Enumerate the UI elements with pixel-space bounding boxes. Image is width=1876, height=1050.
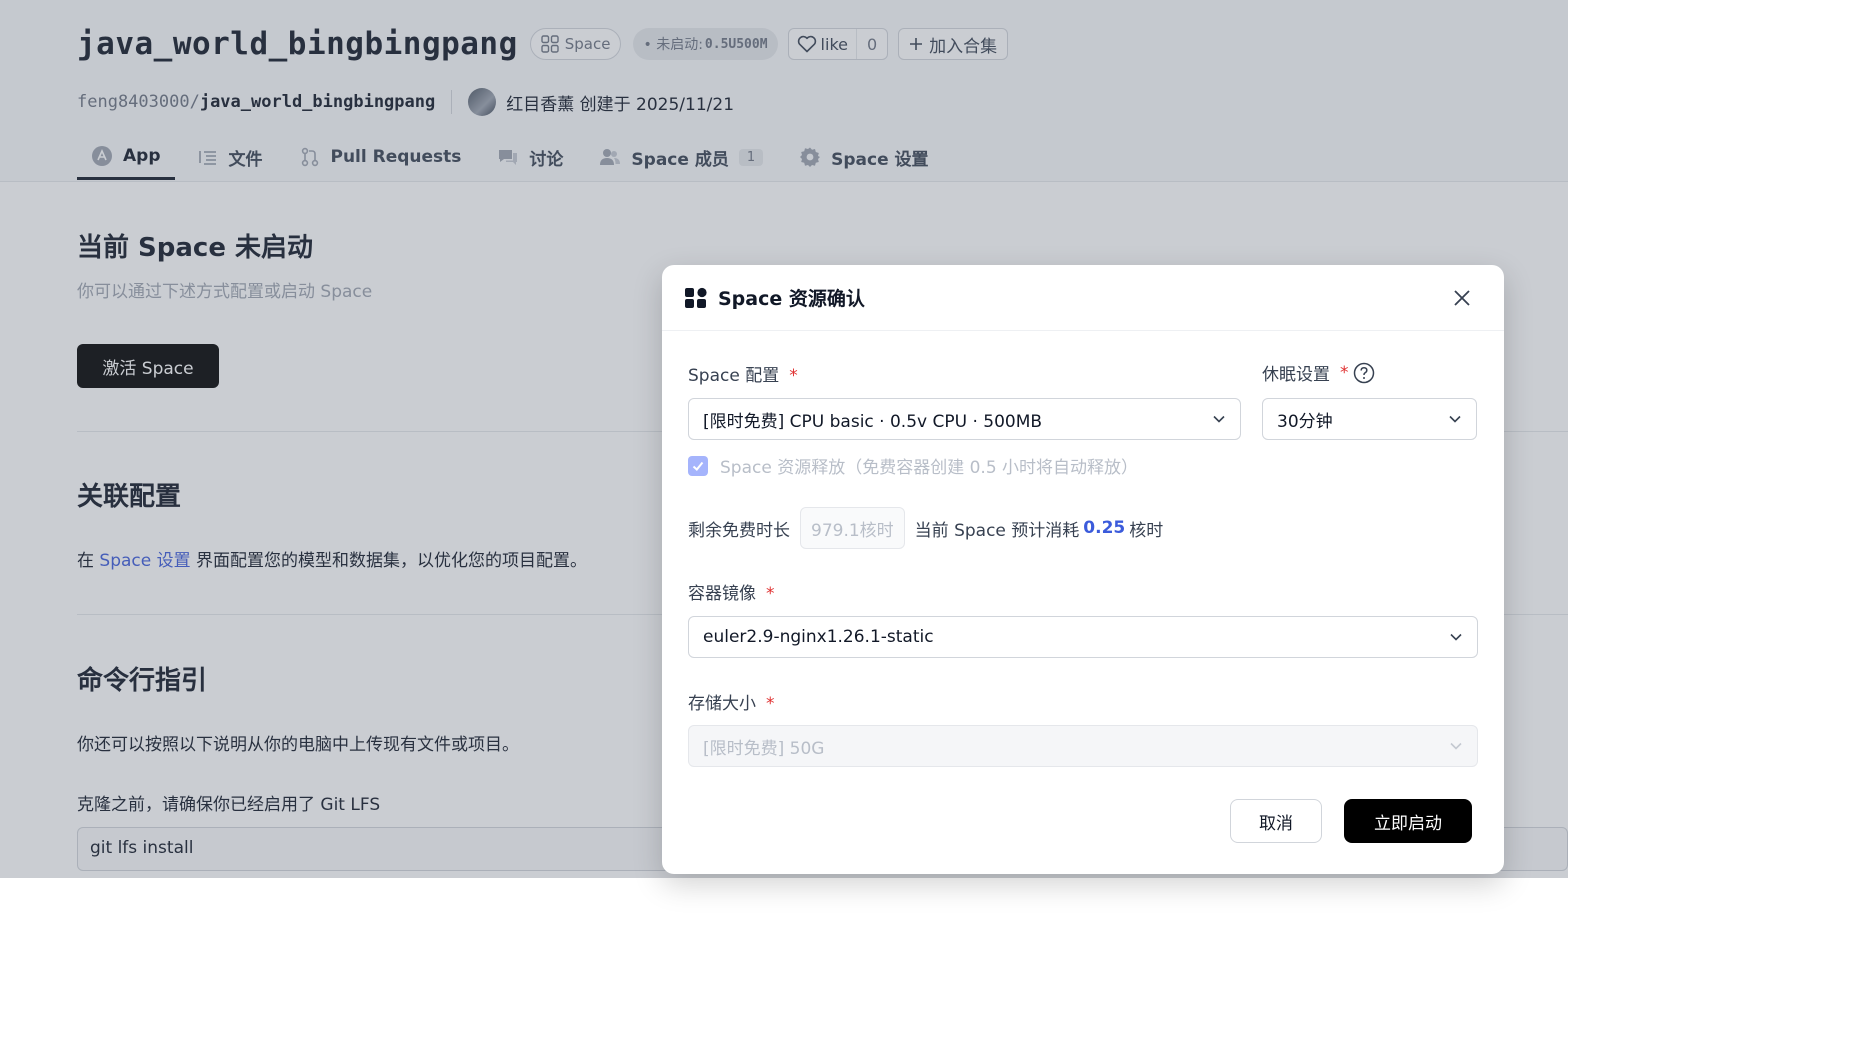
container-image-label: 容器镜像 *: [688, 579, 775, 604]
chevron-down-icon: [1213, 415, 1225, 423]
resource-release-checkbox[interactable]: Space 资源释放（免费容器创建 0.5 小时将自动释放）: [688, 453, 1138, 478]
container-image-select[interactable]: euler2.9-nginx1.26.1-static: [688, 616, 1478, 658]
sleep-setting-label-text: 休眠设置: [1262, 365, 1330, 385]
container-image-label-text: 容器镜像: [688, 584, 756, 604]
space-config-label: Space 配置 *: [688, 361, 798, 386]
storage-size-label-text: 存储大小: [688, 694, 756, 714]
checkbox-checked[interactable]: [688, 455, 708, 476]
chevron-down-icon: [1449, 415, 1461, 423]
quota-value: 979.1核时: [800, 507, 905, 549]
chevron-down-icon: [1450, 742, 1462, 750]
close-button[interactable]: [1450, 286, 1474, 310]
space-config-select[interactable]: [限时免费] CPU basic · 0.5v CPU · 500MB: [688, 398, 1241, 440]
storage-size-select: [限时免费] 50G: [688, 725, 1478, 767]
space-config-value: [限时免费] CPU basic · 0.5v CPU · 500MB: [703, 411, 1043, 432]
resource-confirm-dialog: Space 资源确认 Space 配置 * [限时免费] CPU basic · …: [662, 265, 1504, 874]
space-logo-icon: [685, 287, 707, 308]
quota-row: 剩余免费时长 979.1核时 当前 Space 预计消耗 0.25 核时: [688, 507, 1163, 549]
required-mark: *: [1340, 362, 1349, 383]
required-mark: *: [766, 584, 775, 604]
estimate-prefix: 当前 Space 预计消耗: [914, 520, 1080, 541]
sleep-setting-value: 30分钟: [1277, 411, 1333, 432]
close-icon: [1454, 290, 1470, 306]
required-mark: *: [766, 694, 775, 714]
storage-size-value: [限时免费] 50G: [703, 738, 825, 759]
dialog-title: Space 资源确认: [718, 288, 865, 310]
check-icon: [692, 461, 704, 471]
quota-label: 剩余免费时长: [688, 520, 790, 541]
dialog-header: Space 资源确认: [662, 265, 1504, 331]
sleep-setting-label: 休眠设置 *: [1262, 360, 1375, 385]
storage-size-label: 存储大小 *: [688, 689, 775, 714]
sleep-setting-select[interactable]: 30分钟: [1262, 398, 1477, 440]
required-mark: *: [789, 366, 798, 386]
container-image-value: euler2.9-nginx1.26.1-static: [703, 627, 934, 647]
space-config-label-text: Space 配置: [688, 366, 780, 386]
help-icon[interactable]: [1353, 362, 1375, 384]
chevron-down-icon: [1450, 633, 1462, 641]
cancel-button[interactable]: 取消: [1230, 799, 1322, 843]
resource-release-label: Space 资源释放（免费容器创建 0.5 小时将自动释放）: [720, 458, 1139, 478]
estimate-unit: 核时: [1129, 520, 1164, 541]
estimate-value: 0.25: [1083, 518, 1126, 538]
space-page: java_world_bingbingpang Space • 未启动: 0.5…: [0, 0, 1568, 878]
start-now-button[interactable]: 立即启动: [1344, 799, 1472, 843]
